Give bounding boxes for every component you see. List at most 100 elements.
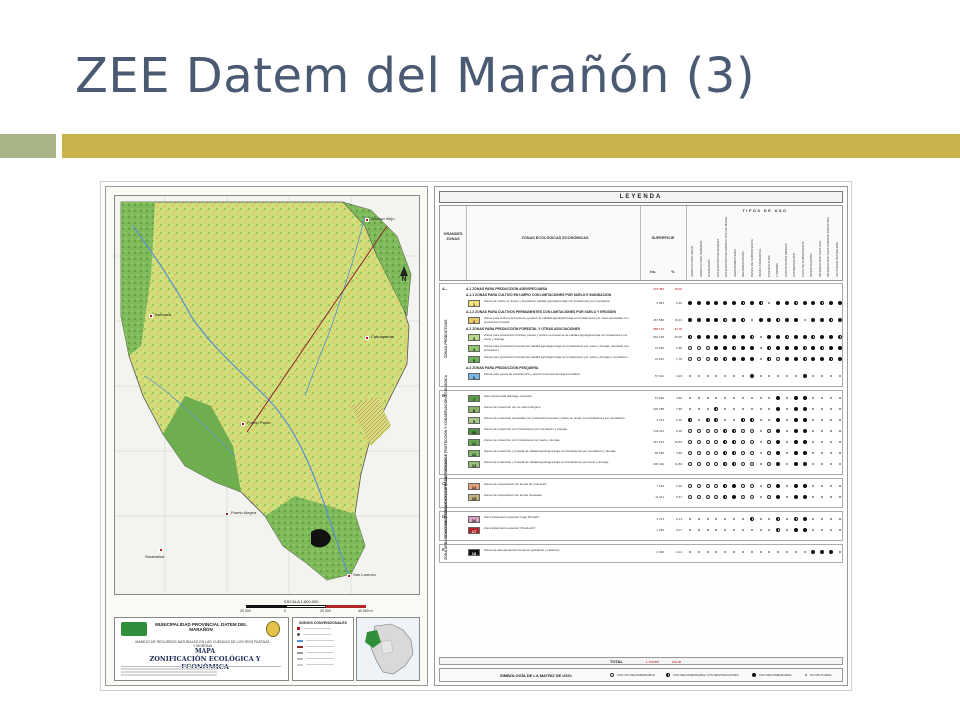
use-symbol-icon — [750, 551, 753, 553]
zone-ha: 2 273 — [656, 517, 664, 521]
use-symbol-icon — [776, 528, 781, 532]
use-symbol-icon — [776, 335, 781, 339]
use-symbol-icon — [830, 529, 832, 531]
zone-description: Zonas de protección y forestal de calida… — [484, 461, 609, 464]
use-symbol-icon — [714, 318, 719, 322]
use-matrix-row — [688, 318, 842, 323]
use-symbol-icon — [723, 335, 728, 339]
use-symbol-icon — [759, 551, 762, 553]
legend-header: GRANDES ZONAS ZONAS ECOLÓGICAS ECONÓMICA… — [439, 205, 843, 281]
scale-mark: 20 000 — [240, 609, 251, 613]
use-symbol-icon — [696, 495, 701, 499]
use-symbol-icon — [768, 302, 771, 304]
use-symbol-icon — [741, 375, 744, 377]
boundary-symbol-icon — [297, 651, 303, 654]
use-symbol-icon — [759, 529, 762, 531]
zone-number-swatch: 10 — [468, 428, 480, 435]
zone-row: 3 Zonas para producción forestal, pastos … — [466, 333, 842, 342]
use-symbol-icon — [837, 335, 842, 339]
use-symbol-icon — [838, 518, 841, 520]
use-column-label: CONSERVACIÓN — [792, 252, 796, 277]
half-dot-icon — [666, 673, 670, 677]
use-matrix-row — [688, 528, 842, 533]
use-symbol-icon — [705, 484, 710, 488]
use-symbol-icon — [696, 462, 701, 466]
use-symbol-icon — [802, 495, 807, 499]
zone-row: 9 Zonas de protección asociadas con produ… — [466, 416, 842, 425]
use-symbol-icon — [732, 301, 737, 305]
use-symbol-icon — [767, 335, 772, 339]
use-symbol-icon — [838, 441, 841, 443]
use-symbol-icon — [811, 357, 816, 361]
use-symbol-icon — [740, 451, 745, 455]
zone-ha: 11 611 — [655, 495, 664, 499]
place-marker — [149, 314, 153, 318]
use-symbol-icon — [723, 346, 728, 350]
use-symbol-icon — [740, 357, 745, 361]
use-symbol-icon — [750, 397, 753, 399]
use-symbol-icon — [758, 301, 763, 305]
use-symbol-icon — [706, 529, 709, 531]
place-label-puerto-pardo: Puerto Pardo — [247, 420, 271, 425]
use-column-label: INFRAESTRUCTURA VIAL — [817, 240, 822, 277]
zone-number-swatch: 17 — [468, 527, 480, 534]
zone-description: Zonas para producción forestal, pastos y… — [484, 334, 628, 341]
use-symbol-icon — [696, 301, 701, 305]
use-symbol-icon — [767, 318, 772, 322]
zone-description: Zonas de protección asociadas con produc… — [484, 417, 625, 420]
use-symbol-icon — [811, 301, 816, 305]
use-column-label: ACTIVIDAD PETROLERA — [834, 241, 839, 277]
use-symbol-icon — [838, 529, 841, 531]
use-symbol-icon — [714, 301, 719, 305]
use-symbol-icon — [811, 318, 816, 322]
place-marker — [159, 548, 163, 552]
zone-number-swatch: 1 — [468, 300, 480, 307]
use-matrix-row — [688, 301, 842, 306]
pipeline-symbol-icon — [297, 645, 303, 648]
use-symbol-icon — [714, 495, 719, 499]
use-symbol-icon — [759, 452, 762, 454]
zone-description: Zonas de protección y forestal de calida… — [484, 450, 616, 453]
use-symbol-icon — [689, 397, 691, 399]
zone-number-swatch: 6 — [468, 373, 480, 380]
use-symbol-icon — [776, 318, 781, 322]
zone-row: 11 Zonas de protección con limitaciones p… — [466, 438, 842, 447]
zone-pct: 7,88 — [676, 407, 682, 411]
zone-number-swatch: 18 — [468, 549, 480, 556]
ministry-logo-icon — [121, 622, 147, 636]
zee-map-figure: N Ahuayo Viejo Barranca Cahuapanas Puert… — [100, 181, 852, 691]
use-symbol-icon — [793, 418, 798, 422]
use-symbol-icon — [812, 496, 815, 498]
zone-pct: 0,45 — [676, 484, 682, 488]
use-symbol-icon — [733, 518, 736, 520]
town-symbol-icon — [297, 627, 300, 630]
use-symbol-icon — [776, 418, 781, 422]
use-symbol-icon — [768, 529, 771, 531]
use-symbol-icon — [750, 529, 753, 531]
use-symbol-icon — [829, 335, 833, 339]
use-symbol-icon — [696, 346, 701, 350]
use-symbol-icon — [830, 430, 832, 432]
zone-row: 18 Zonas de asentamientos humanos (poblad… — [466, 548, 842, 557]
use-symbol-icon — [793, 396, 798, 400]
use-column-label: CAZA DE SUBSISTENCIA — [800, 241, 805, 277]
use-symbol-icon — [812, 529, 815, 531]
use-symbol-icon — [777, 375, 780, 377]
use-symbol-icon — [785, 529, 788, 531]
use-symbol-icon — [759, 518, 762, 520]
use-symbol-icon — [785, 551, 788, 553]
use-symbol-icon — [812, 452, 815, 454]
use-symbol-icon — [820, 357, 825, 361]
use-symbol-icon — [715, 397, 718, 399]
zone-ha: 7 693 — [656, 484, 664, 488]
use-symbol-icon — [803, 319, 806, 321]
use-symbol-icon — [767, 357, 772, 361]
use-symbol-icon — [812, 419, 815, 421]
use-symbol-icon — [837, 318, 842, 322]
header-grandes-zonas: GRANDES ZONAS — [443, 232, 463, 241]
use-symbol-icon — [697, 408, 700, 410]
use-symbol-icon — [740, 301, 745, 305]
use-symbol-icon — [794, 375, 797, 377]
use-symbol-icon — [812, 463, 815, 465]
use-symbol-icon — [838, 408, 841, 410]
